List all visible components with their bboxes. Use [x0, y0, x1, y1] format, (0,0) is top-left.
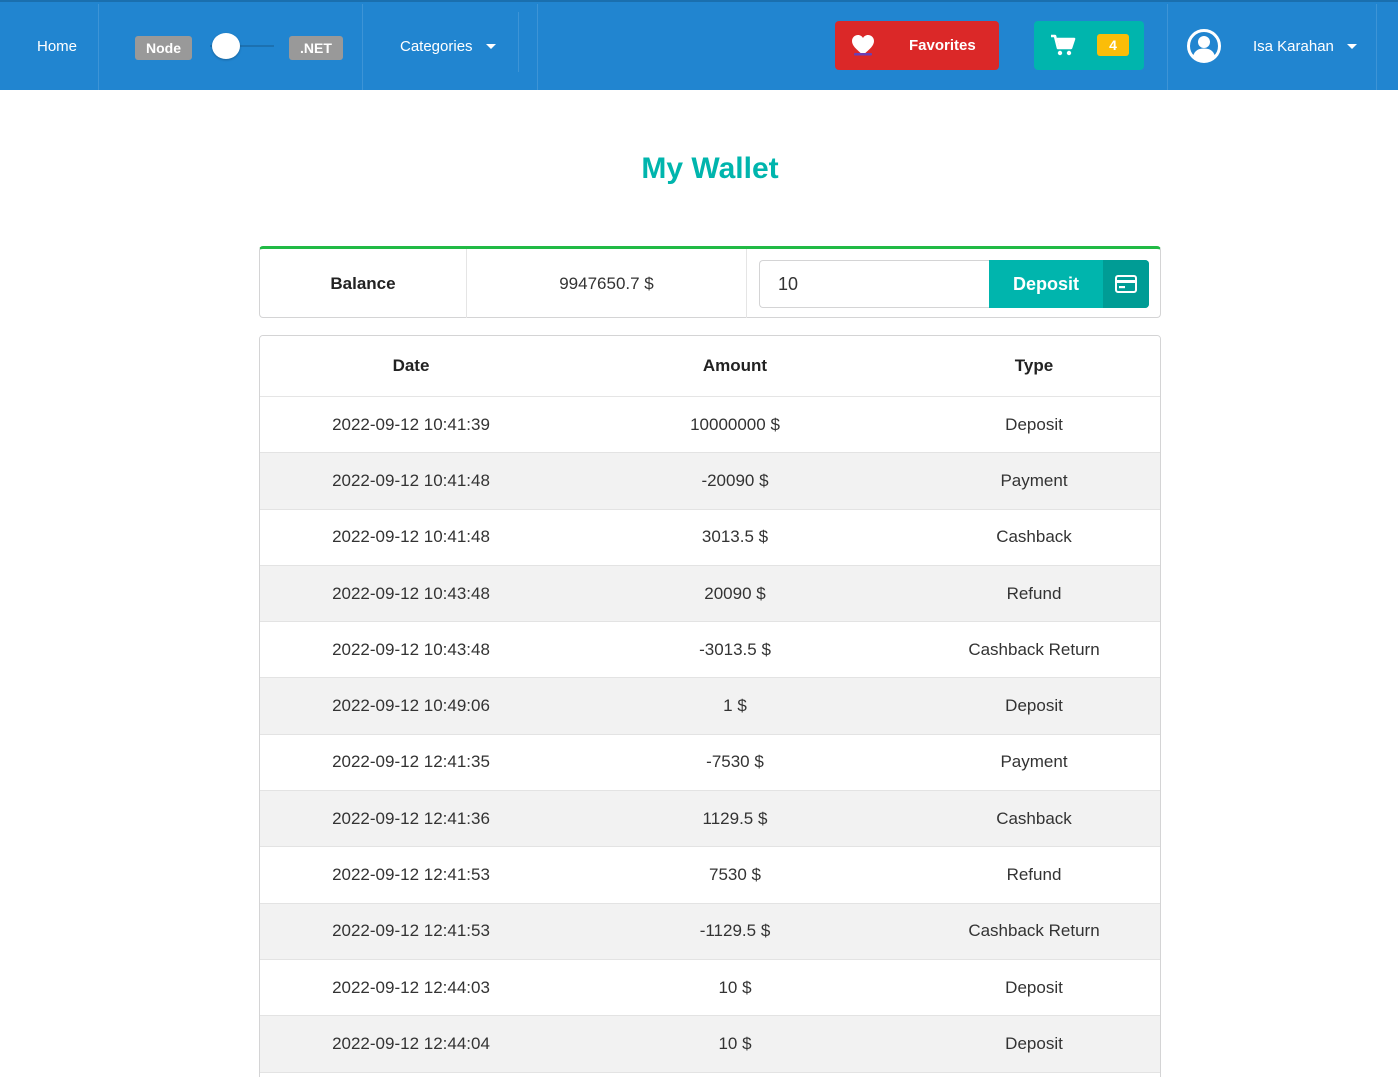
row-date: 2022-09-12 10:43:48 [332, 583, 490, 603]
node-label: Node [135, 36, 192, 60]
header-date: Date [392, 356, 430, 375]
row-date: 2022-09-12 12:41:36 [332, 808, 490, 828]
row-type: Payment [1000, 470, 1068, 490]
table-row: 2022-09-12 10:41:48 -20090 $ Payment [260, 453, 1160, 510]
nav-divider [362, 4, 363, 90]
chevron-down-icon [1346, 43, 1357, 49]
user-name-label: Isa Karahan [1253, 37, 1334, 55]
table-row: 2022-09-12 10:43:48 20090 $ Refund [260, 565, 1160, 623]
table-row: 2022-09-12 12:41:36 1129.5 $ Cashback [260, 791, 1160, 848]
table-row: 2022-09-12 12:41:35 -7530 $ Payment [260, 734, 1160, 792]
row-date: 2022-09-12 12:41:35 [332, 752, 490, 772]
user-avatar-icon[interactable] [1187, 29, 1221, 63]
dotnet-label: .NET [289, 36, 343, 60]
table-row: 2022-09-12 10:41:39 10000000 $ Deposit [260, 397, 1160, 454]
row-amount: -20090 $ [701, 470, 769, 490]
credit-card-icon [1115, 275, 1137, 293]
row-amount: -1129.5 $ [699, 921, 771, 941]
row-amount: 3013.5 $ [701, 527, 769, 547]
row-type: Deposit [1005, 414, 1063, 434]
row-date: 2022-09-12 10:43:48 [332, 639, 490, 659]
nav-divider [1167, 4, 1168, 90]
table-row: 2022-09-12 12:44:03 10 $ Deposit [260, 959, 1160, 1017]
backend-toggle[interactable] [212, 33, 240, 59]
row-amount: 1129.5 $ [702, 808, 768, 828]
header-type: Type [1014, 356, 1054, 375]
row-type: Cashback Return [968, 921, 1100, 941]
balance-panel: Balance 9947650.7 $ Deposit [259, 246, 1161, 318]
shopping-cart-icon [1051, 34, 1076, 56]
row-type: Refund [1006, 865, 1062, 885]
row-type: Cashback Return [968, 639, 1100, 659]
categories-dropdown[interactable]: Categories [400, 2, 496, 90]
table-body: 2022-09-12 10:41:39 10000000 $ Deposit 2022… [260, 397, 1160, 1073]
row-amount: 1 $ [723, 696, 747, 716]
deposit-button[interactable]: Deposit [989, 260, 1149, 308]
heart-icon [852, 35, 874, 56]
nav-divider [98, 4, 99, 90]
row-type: Deposit [1005, 1033, 1063, 1053]
row-type: Deposit [1005, 696, 1063, 716]
cart-button[interactable]: 4 [1034, 21, 1144, 70]
categories-label: Categories [400, 37, 473, 55]
row-type: Payment [1000, 752, 1068, 772]
row-type: Deposit [1005, 977, 1063, 997]
table-row: 2022-09-12 10:43:48 -3013.5 $ Cashback Ret… [260, 622, 1160, 679]
page-title: My Wallet [641, 152, 779, 185]
balance-label: Balance [330, 274, 396, 293]
table-header: Date Amount Type [260, 336, 1160, 397]
nav-divider [518, 12, 519, 72]
row-date: 2022-09-12 12:44:04 [332, 1033, 490, 1053]
table-row: 2022-09-12 12:41:53 -1129.5 $ Cashback Ret… [260, 903, 1160, 960]
chevron-down-icon [485, 43, 496, 49]
top-navbar: Home Node .NET Categories Favorites 4 Is… [0, 0, 1398, 90]
table-row: 2022-09-12 12:41:53 7530 $ Refund [260, 847, 1160, 904]
deposit-icon-area [1103, 260, 1149, 308]
row-amount: -7530 $ [706, 752, 764, 772]
balance-value: 9947650.7 $ [559, 274, 654, 293]
cart-count-badge: 4 [1097, 34, 1129, 56]
row-date: 2022-09-12 10:41:48 [332, 470, 490, 490]
row-amount: 7530 $ [709, 865, 761, 885]
row-date: 2022-09-12 10:41:39 [332, 414, 490, 434]
table-row: 2022-09-12 12:44:04 10 $ Deposit [260, 1016, 1160, 1073]
row-date: 2022-09-12 12:41:53 [332, 865, 490, 885]
favorites-button[interactable]: Favorites [835, 21, 999, 70]
row-date: 2022-09-12 10:49:06 [332, 696, 490, 716]
row-type: Cashback [996, 527, 1072, 547]
deposit-button-label: Deposit [1012, 274, 1079, 294]
row-amount: 20090 $ [704, 583, 766, 603]
row-date: 2022-09-12 12:41:53 [332, 921, 490, 941]
row-amount: 10 $ [718, 1033, 752, 1053]
user-menu[interactable]: Isa Karahan [1253, 2, 1357, 90]
home-link[interactable]: Home [37, 2, 77, 90]
table-row: 2022-09-12 10:49:06 1 $ Deposit [260, 678, 1160, 735]
balance-divider [746, 249, 747, 318]
row-amount: 10 $ [718, 977, 752, 997]
favorites-label: Favorites [909, 37, 976, 54]
transactions-table: Date Amount Type 2022-09-12 10:41:39 1000… [259, 335, 1161, 1077]
nav-divider [537, 4, 538, 90]
table-row: 2022-09-12 10:41:48 3013.5 $ Cashback [260, 509, 1160, 566]
row-type: Refund [1006, 583, 1062, 603]
header-amount: Amount [702, 356, 768, 375]
row-amount: -3013.5 $ [699, 639, 771, 659]
deposit-amount-input[interactable] [759, 260, 991, 308]
row-type: Cashback [996, 808, 1072, 828]
row-date: 2022-09-12 12:44:03 [332, 977, 490, 997]
row-amount: 10000000 $ [690, 414, 780, 434]
row-date: 2022-09-12 10:41:48 [332, 527, 490, 547]
nav-divider [1376, 4, 1377, 90]
